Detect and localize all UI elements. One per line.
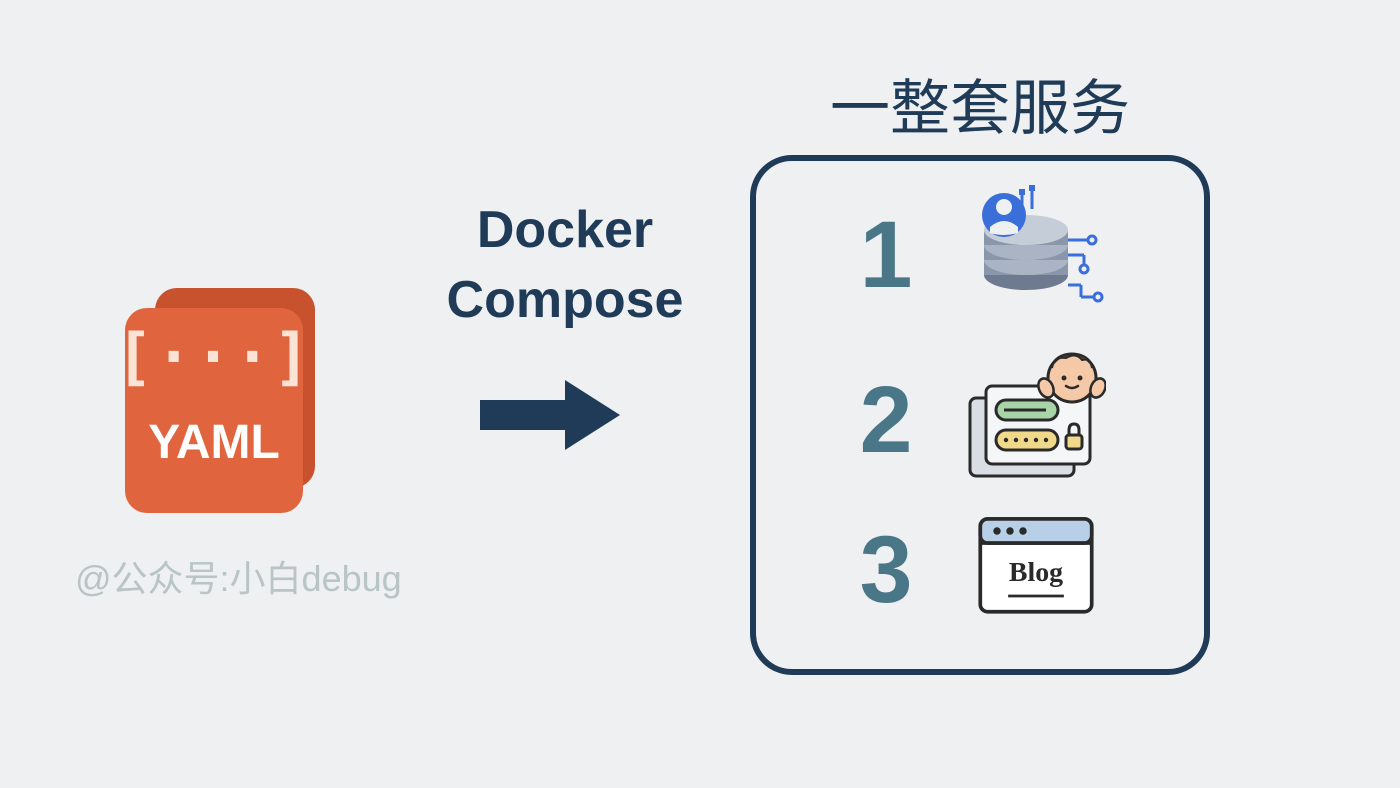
yaml-file-icon: [···] YAML: [125, 288, 325, 513]
service-row-2: 2: [846, 350, 1106, 490]
service-row-3: 3 Blog: [846, 500, 1106, 640]
services-title: 一整套服务: [745, 60, 1215, 147]
yaml-text: YAML: [148, 416, 280, 469]
docker-compose-label: Docker Compose: [420, 195, 710, 335]
arrow-right-icon: [470, 370, 630, 465]
attribution-text: @公众号:小白debug: [75, 550, 402, 602]
service-row-1: 1: [846, 185, 1106, 325]
service-number-1: 1: [846, 201, 926, 310]
login-credentials-icon: [966, 350, 1106, 490]
service-number-3: 3: [846, 516, 926, 625]
blog-label: Blog: [1009, 557, 1063, 588]
compose-line2: Compose: [420, 265, 710, 335]
blog-window-icon: Blog: [966, 500, 1106, 640]
compose-line1: Docker: [420, 195, 710, 265]
svg-text:[···]: [···]: [125, 320, 312, 393]
service-number-2: 2: [846, 366, 926, 475]
database-user-icon: [966, 185, 1106, 325]
